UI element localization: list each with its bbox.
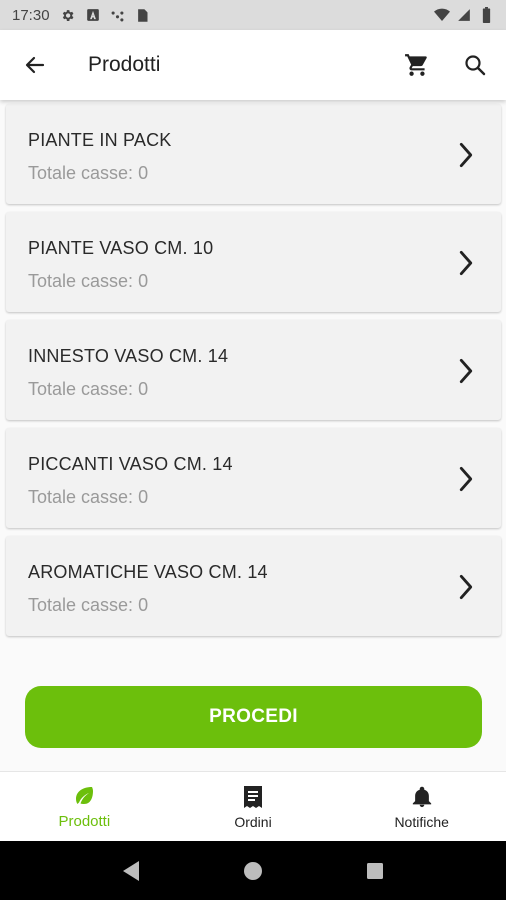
chevron-right-icon xyxy=(455,466,477,492)
category-title: PIANTE VASO CM. 10 xyxy=(28,238,214,258)
procedi-button[interactable]: PROCEDI xyxy=(25,686,482,748)
category-card[interactable]: INNESTO VASO CM. 14 Totale casse: 0 xyxy=(6,320,501,420)
leaf-icon xyxy=(71,783,97,809)
chevron-right-icon xyxy=(455,250,477,276)
category-total: Totale casse: 0 xyxy=(28,163,148,184)
system-home-button[interactable] xyxy=(241,859,265,883)
a-icon xyxy=(85,7,101,23)
battery-icon xyxy=(478,7,494,23)
category-title: PIANTE IN PACK xyxy=(28,130,172,150)
triangle-back-icon xyxy=(123,860,139,881)
category-total: Totale casse: 0 xyxy=(28,271,148,292)
nav-label-notifiche: Notifiche xyxy=(394,813,449,830)
chevron-right-icon xyxy=(455,358,477,384)
total-count: 0 xyxy=(138,271,149,291)
nav-item-ordini[interactable]: Ordini xyxy=(169,772,338,841)
category-card[interactable]: PIANTE IN PACK Totale casse: 0 xyxy=(6,104,501,204)
bell-icon xyxy=(409,784,435,810)
status-icons-right xyxy=(434,7,494,23)
app-bar-actions xyxy=(402,50,490,80)
category-total: Totale casse: 0 xyxy=(28,487,148,508)
total-count: 0 xyxy=(138,379,149,399)
total-label: Totale casse: xyxy=(28,271,134,291)
search-icon xyxy=(465,55,486,76)
total-label: Totale casse: xyxy=(28,487,134,507)
bottom-nav: Prodotti Ordini Notifiche xyxy=(0,771,506,841)
gear-icon xyxy=(60,7,76,23)
receipt-icon xyxy=(240,784,266,810)
category-card[interactable]: PIANTE VASO CM. 10 Totale casse: 0 xyxy=(6,212,501,312)
nav-label-ordini: Ordini xyxy=(234,813,272,830)
category-title: PICCANTI VASO CM. 14 xyxy=(28,454,233,474)
wifi-dots-icon xyxy=(110,7,126,23)
search-button[interactable] xyxy=(460,50,490,80)
system-recents-button[interactable] xyxy=(363,859,387,883)
system-back-button[interactable] xyxy=(119,859,143,883)
category-total: Totale casse: 0 xyxy=(28,379,148,400)
total-count: 0 xyxy=(138,595,149,615)
nav-label-prodotti: Prodotti xyxy=(58,813,111,830)
system-nav-bar xyxy=(0,841,506,900)
arrow-left-icon xyxy=(25,56,45,74)
total-label: Totale casse: xyxy=(28,595,134,615)
cart-icon xyxy=(405,54,427,76)
chevron-right-icon xyxy=(455,142,477,168)
app-bar: Prodotti xyxy=(0,30,506,100)
nav-item-notifiche[interactable]: Notifiche xyxy=(337,772,506,841)
status-time: 17:30 xyxy=(12,6,50,24)
page-title: Prodotti xyxy=(88,53,161,76)
circle-home-icon xyxy=(244,861,262,880)
wifi-icon xyxy=(434,7,450,23)
total-label: Totale casse: xyxy=(28,163,134,183)
cart-button[interactable] xyxy=(402,50,432,80)
status-icons-left xyxy=(60,7,151,23)
status-bar: 17:30 xyxy=(0,0,506,30)
chevron-right-icon xyxy=(455,574,477,600)
category-total: Totale casse: 0 xyxy=(28,595,148,616)
total-label: Totale casse: xyxy=(28,379,134,399)
back-button[interactable] xyxy=(18,48,52,82)
category-list: PIANTE IN PACK Totale casse: 0 PIANTE VAS… xyxy=(0,100,506,770)
total-count: 0 xyxy=(138,163,149,183)
signal-icon xyxy=(456,7,472,23)
category-title: AROMATICHE VASO CM. 14 xyxy=(28,562,268,582)
sim-icon xyxy=(135,7,151,23)
square-recents-icon xyxy=(367,862,383,879)
category-title: INNESTO VASO CM. 14 xyxy=(28,346,229,366)
total-count: 0 xyxy=(138,487,149,507)
category-card[interactable]: PICCANTI VASO CM. 14 Totale casse: 0 xyxy=(6,428,501,528)
nav-item-prodotti[interactable]: Prodotti xyxy=(0,772,169,841)
category-card[interactable]: AROMATICHE VASO CM. 14 Totale casse: 0 xyxy=(6,536,501,636)
